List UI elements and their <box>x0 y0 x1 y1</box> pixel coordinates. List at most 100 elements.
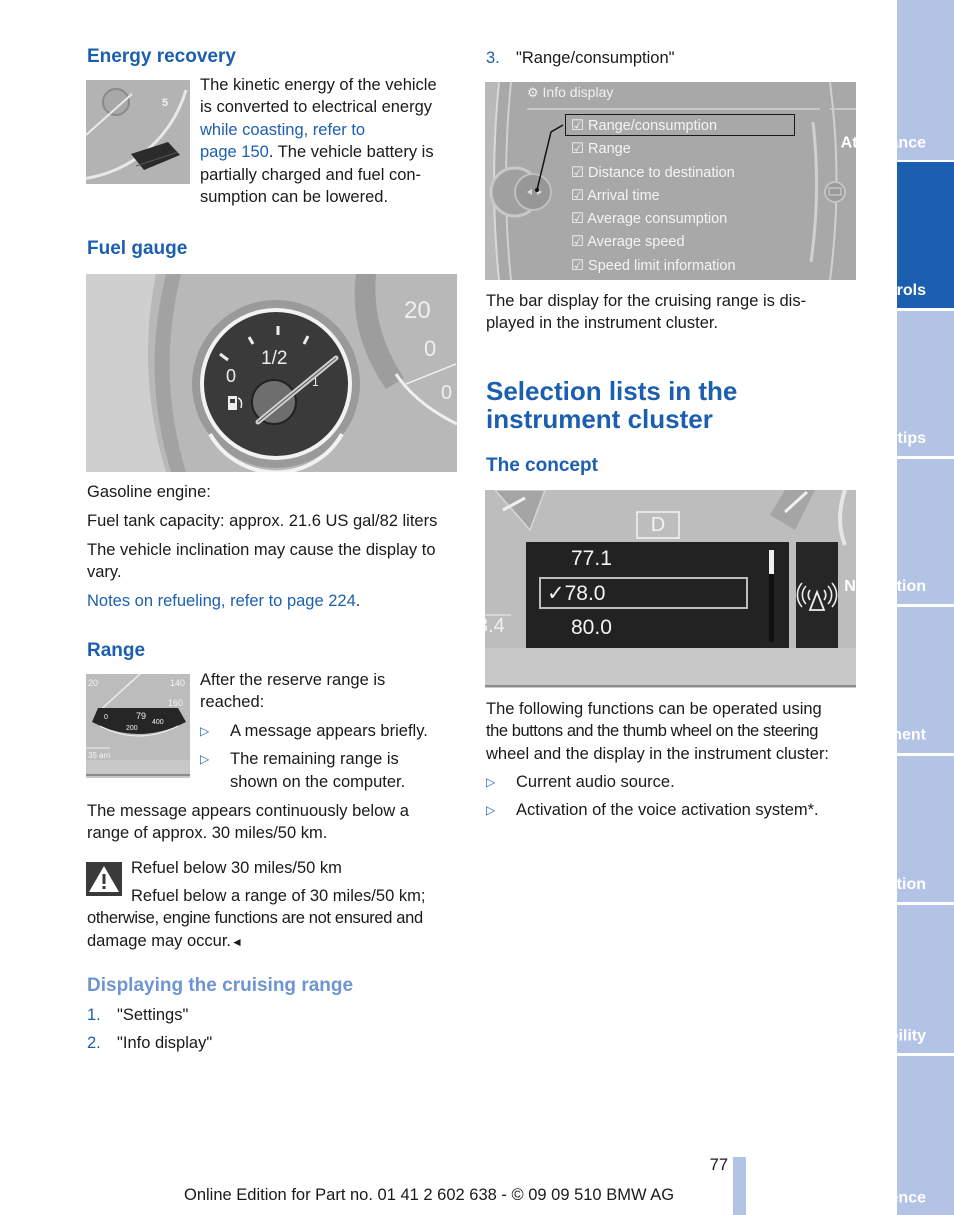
info-item-speed-limit[interactable]: ☑ Speed limit information <box>571 255 736 278</box>
side-tab-driving-tips[interactable]: Driving tips <box>837 311 954 456</box>
checkbox-checked-icon: ☑ <box>571 141 584 158</box>
energy-recovery-text: The kinetic energy of the vehicle is con… <box>200 74 465 208</box>
info-item-arrival-time[interactable]: ☑ Arrival time <box>571 185 736 208</box>
cluster-list-item[interactable]: 80.0 <box>571 616 612 640</box>
list-item: ▷ The remaining range is <box>200 748 465 770</box>
text-line: After the reserve range is <box>200 671 386 689</box>
side-tab-communication[interactable]: Communication <box>805 756 954 902</box>
side-tab-label: Reference <box>848 1189 926 1206</box>
range-message-note: The message appears continuously below a… <box>87 800 467 845</box>
concept-heading: The concept <box>486 455 598 476</box>
list-item-text: Current audio source. <box>516 773 675 791</box>
refueling-link[interactable]: Notes on refueling, refer to page 224 <box>87 592 356 610</box>
text-line: damage may occur. <box>87 931 231 950</box>
range-intro: After the reserve range is reached: <box>200 669 465 714</box>
gear-indicator: D <box>650 514 666 536</box>
text-line: is converted to electrical energy <box>200 98 433 117</box>
info-display-title: Info display <box>542 84 614 100</box>
range-img-20: 20 <box>88 678 98 688</box>
checkbox-checked-icon: ☑ <box>571 257 584 274</box>
instrument-cluster-image: D 3.4 77.1 ✓78.0 80.0 <box>485 490 856 688</box>
text-line: The following functions can be operated … <box>486 700 822 718</box>
concept-description: The following functions can be operated … <box>486 698 858 765</box>
step-number: 1. <box>87 1006 101 1024</box>
fuel-label-empty: 0 <box>226 366 236 386</box>
range-img-160: 160 <box>168 698 183 708</box>
side-tab-mobility[interactable]: Mobility <box>865 905 954 1053</box>
range-img-400: 400 <box>152 719 164 726</box>
fuel-label-half: 1/2 <box>261 348 287 369</box>
text-line: wheel and the display in the instrument … <box>486 744 830 763</box>
info-item-label: Range <box>588 141 631 158</box>
bullet-icon: ▷ <box>200 752 210 767</box>
page-link[interactable]: while coasting, refer to <box>200 119 465 141</box>
concept-bullet-list: ▷ Current audio source. ▷ Activation of th… <box>486 771 819 822</box>
info-item-label: Average speed <box>587 234 685 251</box>
list-item: ▷ Activation of the voice activation syst… <box>486 799 819 821</box>
info-item-avg-consumption[interactable]: ☑ Average consumption <box>571 208 736 231</box>
step-text: "Info display" <box>117 1034 213 1053</box>
text-line: the buttons and the thumb wheel on the s… <box>486 722 819 741</box>
range-img-200: 200 <box>126 725 138 732</box>
range-heading: Range <box>87 640 146 661</box>
step-item: 1. "Settings" <box>87 1004 212 1026</box>
info-display-title-row: ⚙ Info display <box>527 84 613 101</box>
bar-display-note: The bar display for the cruising range i… <box>486 290 861 335</box>
end-mark-icon: ◄ <box>231 934 243 949</box>
fuel-tank-capacity: Fuel tank capacity: approx. 21.6 US gal/… <box>87 512 438 530</box>
side-tab-navigation[interactable]: Navigation <box>844 459 954 604</box>
info-item-distance[interactable]: ☑ Distance to destination <box>571 162 736 185</box>
info-display-list: ☑ Range/consumption ☑ Range ☑ Distance t… <box>571 115 736 278</box>
step-text: "Settings" <box>117 1006 189 1024</box>
range-image: 20 140 160 0 79 200 400 35 am <box>86 674 190 778</box>
list-item-text: Activation of the voice activation syste… <box>516 801 819 820</box>
cluster-list-item[interactable]: 77.1 <box>571 547 612 571</box>
heading-line: instrument cluster <box>486 404 713 434</box>
fuel-gauge-image: 20 0 0 1/2 0 1 <box>86 274 457 472</box>
settings-gear-icon: ⚙ <box>527 85 539 100</box>
text-line: otherwise, engine functions are not ensu… <box>87 909 423 928</box>
checkbox-checked-icon: ☑ <box>571 118 584 134</box>
cruising-steps: 1. "Settings" 2. "Info display" <box>87 1004 212 1055</box>
side-tab-label: Entertainment <box>817 727 926 744</box>
speedo-label-0b: 0 <box>441 382 452 404</box>
energy-gauge-label: 5 <box>162 97 168 109</box>
range-img-value: 79 <box>136 711 146 721</box>
range-img-clock: 35 am <box>88 751 111 760</box>
info-item-label: Range/consumption <box>588 118 718 134</box>
page-marker <box>733 1157 746 1215</box>
text-line: range of approx. 30 miles/50 km. <box>87 824 328 843</box>
text-line: sumption can be lowered. <box>200 188 389 207</box>
side-tab-entertainment[interactable]: Entertainment <box>818 607 954 753</box>
warning-title: Refuel below 30 miles/50 km <box>131 859 342 877</box>
side-tab-reference[interactable]: Reference <box>848 1056 954 1215</box>
info-item-label: Distance to destination <box>588 164 735 181</box>
step-item: 2. "Info display" <box>87 1032 212 1054</box>
section-heading: Selection lists in the instrument cluste… <box>486 377 737 433</box>
side-tab-at-a-glance[interactable]: At a glance <box>840 0 954 160</box>
side-tab-controls[interactable]: Controls <box>860 162 954 308</box>
page-link[interactable]: page 150 <box>200 143 269 161</box>
edition-footer: Online Edition for Part no. 01 41 2 602 … <box>184 1186 675 1204</box>
step-number: 3. <box>486 49 500 67</box>
list-item: ▷ A message appears briefly. <box>200 720 465 742</box>
text-line: The bar display for the cruising range i… <box>486 292 807 310</box>
text-line: The vehicle inclination may cause the di… <box>87 541 436 559</box>
list-item-text: A message appears briefly. <box>230 722 428 740</box>
info-item-range-consumption[interactable]: ☑ Range/consumption <box>571 115 736 138</box>
range-bullet-list: ▷ A message appears briefly. ▷ The remaini… <box>200 720 465 793</box>
text-line: . The vehicle battery is <box>268 143 434 162</box>
side-tab-label: Driving tips <box>837 430 926 447</box>
cluster-list-item-selected[interactable]: ✓78.0 <box>547 581 605 606</box>
inclination-note: The vehicle inclination may cause the di… <box>87 539 467 584</box>
checkmark-icon: ✓ <box>547 582 565 605</box>
range-img-zero: 0 <box>104 714 108 721</box>
checkbox-checked-icon: ☑ <box>571 234 584 251</box>
speedo-label-0a: 0 <box>424 336 436 361</box>
checkbox-checked-icon: ☑ <box>571 187 584 204</box>
energy-recovery-image: 5 <box>86 80 190 184</box>
side-tab-label: Communication <box>804 876 926 893</box>
info-item-range[interactable]: ☑ Range <box>571 138 736 161</box>
list-item-text: The remaining range is <box>230 750 399 769</box>
info-item-avg-speed[interactable]: ☑ Average speed <box>571 231 736 254</box>
